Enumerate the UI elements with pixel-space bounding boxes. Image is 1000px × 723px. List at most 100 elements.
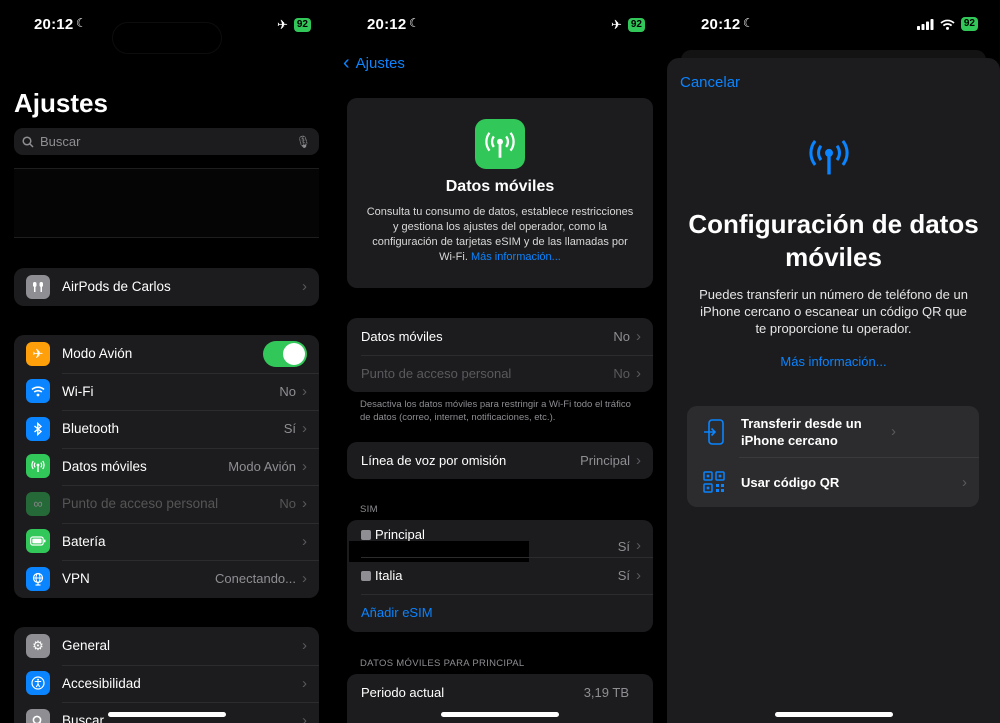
row-value: No [613,366,630,381]
chevron-right-icon: › [302,420,307,438]
chevron-right-icon: › [636,328,641,345]
sidebar-item-accessibility[interactable]: Accesibilidad › [14,664,319,703]
sidebar-item-bluetooth[interactable]: Bluetooth Sí › [14,410,319,448]
cellular-footer-note: Desactiva los datos móviles para restrin… [360,399,631,423]
chevron-right-icon: › [302,674,307,692]
back-label: Ajustes [355,54,405,72]
search-input[interactable] [40,134,296,149]
row-label: General [62,638,111,654]
home-indicator[interactable] [774,712,893,717]
airplane-icon: ✈ [276,17,288,32]
cellular-data-group: Datos móviles No › Punto de acceso perso… [347,318,653,392]
row-label: Accesibilidad [62,675,141,691]
airpods-row[interactable]: AirPods de Carlos › [14,268,319,306]
row-label: Punto de acceso personal [62,496,219,512]
setup-title: Configuración de datos móviles [688,209,979,272]
more-info-link[interactable]: Más información... [667,354,1000,369]
antenna-icon [26,454,50,479]
cellular-hero-card: Datos móviles Consulta tu consumo de dat… [347,98,653,288]
usage-section-header: DATOS MÓVILES PARA PRINCIPAL [360,658,525,669]
hero-title: Datos móviles [445,178,555,195]
use-qr-code-option[interactable]: Usar código QR › [687,457,979,507]
back-button[interactable]: ‹ Ajustes [343,53,405,73]
bluetooth-icon [26,416,50,441]
row-label: Datos móviles [361,329,443,344]
transfer-from-iphone-option[interactable]: Transferir desde un iPhone cercano › [687,406,979,457]
globe-icon [26,566,50,591]
transfer-icon [701,418,727,445]
row-value: Sí [617,539,630,554]
row-label: VPN [62,571,90,587]
row-label: Periodo actual [361,685,445,700]
connectivity-group: ✈ Modo Avión Wi-Fi No › Bluetooth Sí › D… [14,335,319,598]
status-time: 20:12 [701,16,741,33]
row-label: Línea de voz por omisión [361,453,507,468]
qr-code-icon [701,471,727,493]
option-label: Usar código QR [741,474,840,490]
cellular-screen: 20:12 ☾ ✈ 92 ‹ Ajustes Datos móviles Con… [333,0,667,723]
current-period-row: Periodo actual 3,19 TB [347,674,653,711]
airplane-icon: ✈ [26,341,50,366]
wifi-icon [26,379,50,404]
cancel-button[interactable]: Cancelar [680,74,740,91]
sim-group: Principal Sí › Italia Sí › Añadir eSIM [347,520,653,632]
row-value: Conectando... [215,571,296,587]
sim-row-principal[interactable]: Principal Sí › [347,520,653,562]
sidebar-item-vpn[interactable]: VPN Conectando... › [14,560,319,598]
more-info-link[interactable]: Más información... [471,251,561,263]
chevron-right-icon: › [302,712,307,723]
chevron-right-icon: › [636,537,641,554]
link-icon: ∞ [26,491,50,516]
sidebar-item-cellular[interactable]: Datos móviles Modo Avión › [14,447,319,486]
airpods-label: AirPods de Carlos [62,279,171,295]
add-esim-button[interactable]: Añadir eSIM [361,605,653,620]
chevron-right-icon: › [302,495,307,513]
row-label: Wi-Fi [62,383,94,399]
chevron-right-icon: › [302,570,307,588]
option-label: Transferir desde un iPhone cercano [741,415,862,448]
cellular-data-row[interactable]: Datos móviles No › [347,318,653,355]
airpods-group: AirPods de Carlos › [14,268,319,306]
chevron-right-icon: › [962,473,967,491]
add-esim-row[interactable]: Añadir eSIM [347,594,653,631]
chevron-right-icon: › [302,457,307,475]
account-banner[interactable] [14,168,319,238]
home-indicator[interactable] [107,712,226,717]
airplane-mode-toggle[interactable] [263,340,307,367]
chevron-right-icon: › [636,365,641,382]
row-value: No [613,329,630,344]
signal-icon [916,18,934,30]
antenna-icon [807,136,851,181]
chevron-right-icon: › [891,423,896,440]
row-label: Modo Avión [62,346,133,362]
sidebar-item-battery[interactable]: Batería › [14,522,319,561]
sidebar-item-wifi[interactable]: Wi-Fi No › [14,372,319,411]
setup-sheet: Cancelar Configuración de datos móviles … [667,58,1000,723]
chevron-right-icon: › [636,567,641,584]
setup-description: Puedes transferir un número de teléfono … [699,287,968,336]
moon-icon: ☾ [76,16,87,30]
general-group: ⚙ General › Accesibilidad › Buscar › [14,627,319,723]
sidebar-item-general[interactable]: ⚙ General › [14,627,319,665]
row-label: Italia [375,568,403,583]
status-bar: 20:12 ☾ ✈ 92 [333,14,667,36]
microphone-icon[interactable]: 🎙 [296,135,311,149]
voice-line-row[interactable]: Línea de voz por omisión Principal › [347,442,653,479]
wifi-icon [940,19,955,30]
search-bar[interactable]: 🎙 [14,128,319,155]
sim-row-italia[interactable]: Italia Sí › [347,557,653,594]
gear-icon: ⚙ [26,633,50,658]
row-label: Principal [375,527,425,542]
status-bar: 20:12 ☾ ✈ 92 [0,14,333,54]
row-value: No [279,383,296,399]
row-value: Sí [283,421,296,437]
sidebar-item-airplane-mode[interactable]: ✈ Modo Avión [14,335,319,373]
cellular-setup-screen: 20:12 ☾ 92 Cancelar Configuración de dat… [667,0,1000,723]
sim-section-header: SIM [360,504,378,515]
home-indicator[interactable] [441,712,559,717]
battery-icon [26,529,50,554]
row-label: Punto de acceso personal [361,366,512,381]
sim-card-icon [361,571,371,581]
voice-line-group: Línea de voz por omisión Principal › [347,442,653,479]
row-label: Batería [62,533,106,549]
